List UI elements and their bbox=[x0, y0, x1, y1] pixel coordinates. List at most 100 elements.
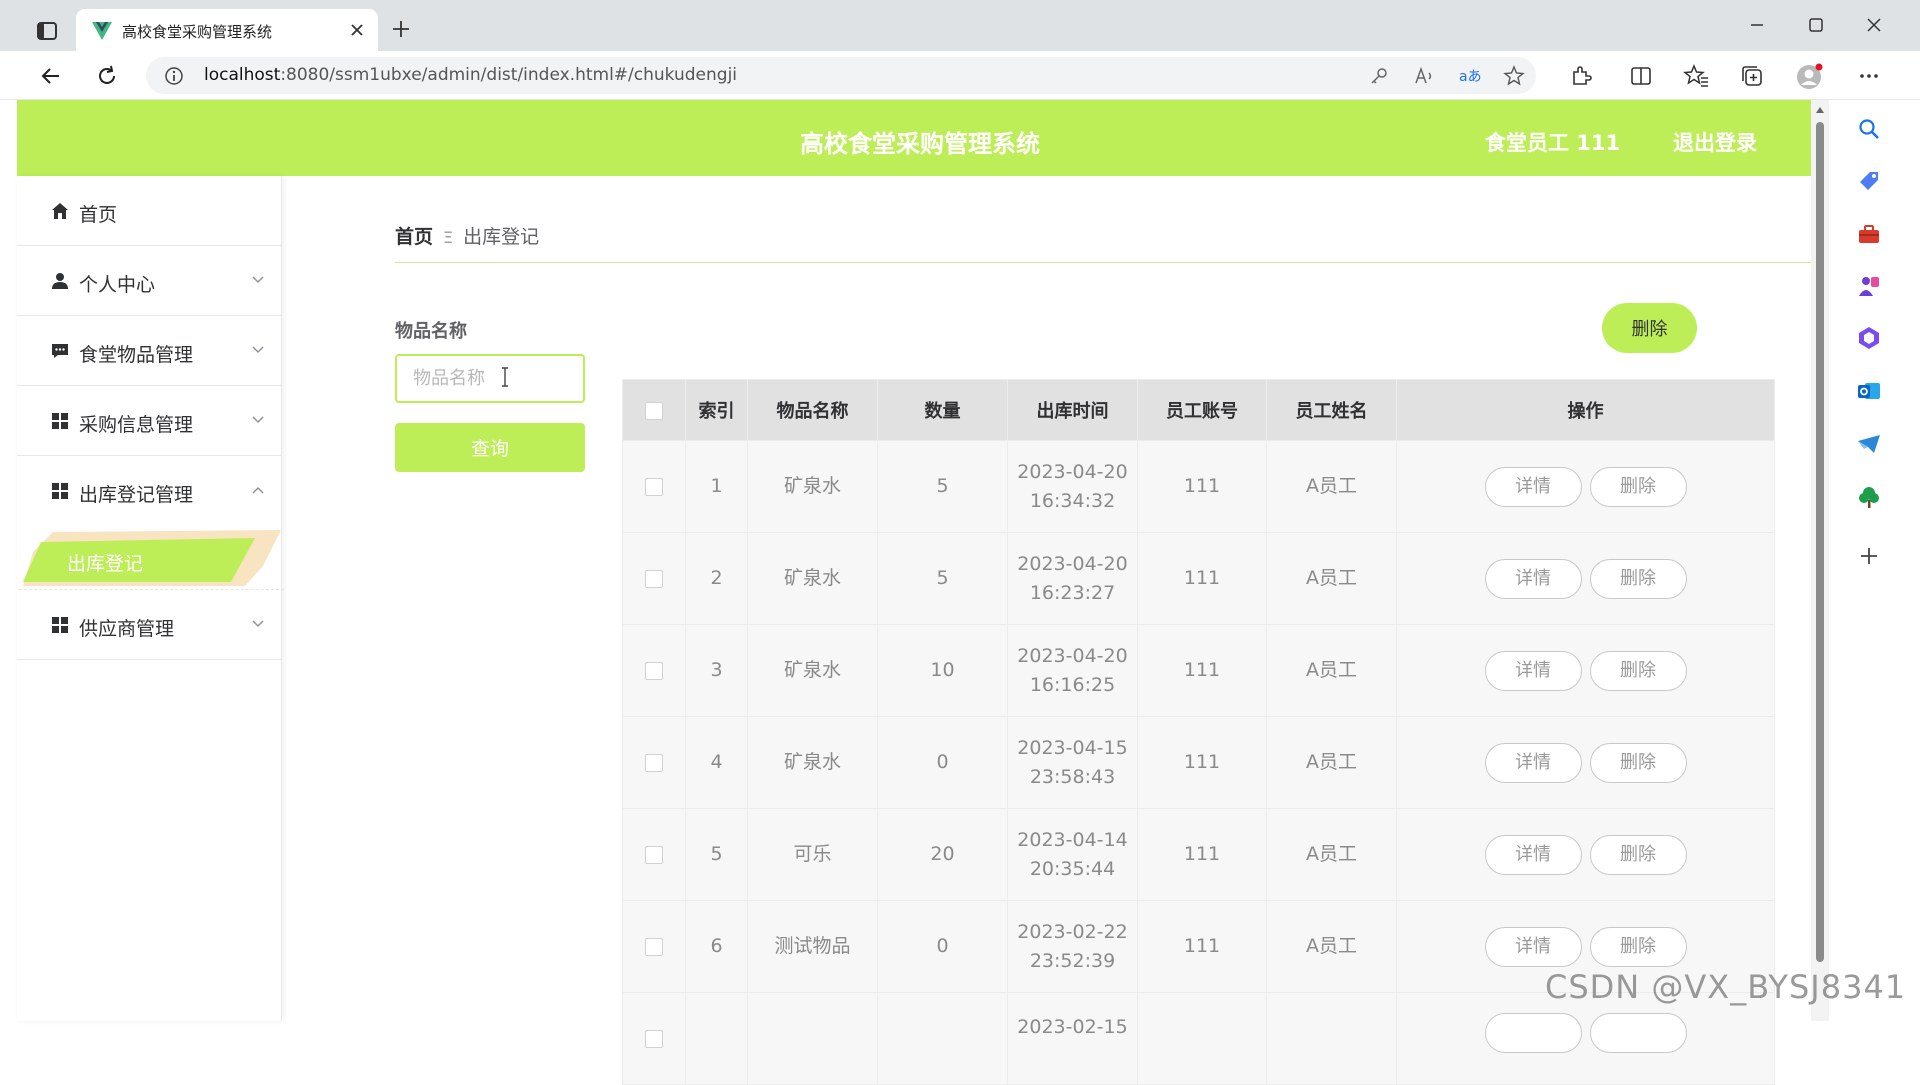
sidebar-item-outbound-management[interactable]: 出库登记管理 bbox=[17, 456, 282, 526]
detail-button[interactable]: 详情 bbox=[1484, 834, 1582, 875]
cell-index: 5 bbox=[685, 808, 748, 901]
reload-icon[interactable] bbox=[94, 63, 120, 89]
sidebar-item-canteen-items[interactable]: 食堂物品管理 bbox=[17, 316, 282, 386]
date-text: 2023-04-15 bbox=[1017, 736, 1128, 759]
games-icon[interactable] bbox=[1856, 273, 1882, 299]
sidebar-item-home[interactable]: 首页 bbox=[17, 176, 282, 246]
outlook-icon[interactable] bbox=[1856, 378, 1882, 404]
delete-button[interactable]: 删除 bbox=[1589, 742, 1687, 783]
row-checkbox[interactable] bbox=[645, 1029, 663, 1048]
delete-button[interactable] bbox=[1589, 1013, 1687, 1053]
read-aloud-icon[interactable] bbox=[1413, 65, 1435, 87]
chevron-down-icon bbox=[252, 346, 264, 354]
search-icon[interactable] bbox=[1856, 116, 1882, 142]
batch-delete-button[interactable]: 删除 bbox=[1602, 303, 1697, 353]
detail-button[interactable] bbox=[1484, 1013, 1582, 1053]
sidebar-item-personal-center[interactable]: 个人中心 bbox=[17, 246, 282, 316]
row-checkbox[interactable] bbox=[645, 569, 663, 588]
page-scrollbar[interactable] bbox=[1811, 100, 1829, 1021]
detail-button[interactable]: 详情 bbox=[1484, 558, 1582, 599]
window-close-icon[interactable] bbox=[1863, 14, 1885, 36]
delete-button[interactable]: 删除 bbox=[1589, 834, 1687, 875]
delete-button[interactable]: 删除 bbox=[1589, 558, 1687, 599]
cell-outbound-time: 2023-04-20 16:34:32 bbox=[1007, 440, 1138, 533]
back-arrow-icon[interactable] bbox=[38, 63, 64, 89]
cell-quantity: 0 bbox=[877, 900, 1008, 993]
favorites-icon[interactable] bbox=[1683, 63, 1709, 89]
select-all-checkbox[interactable] bbox=[645, 401, 663, 420]
search-field-label: 物品名称 bbox=[395, 321, 467, 342]
home-icon bbox=[51, 202, 69, 220]
cell-index bbox=[685, 992, 748, 1085]
row-checkbox[interactable] bbox=[645, 845, 663, 864]
close-icon[interactable] bbox=[348, 21, 366, 39]
send-icon[interactable] bbox=[1856, 431, 1882, 457]
table-row: 2023-02-15 bbox=[622, 992, 1775, 1085]
time-text: 16:16:25 bbox=[1029, 673, 1116, 696]
delete-button[interactable]: 删除 bbox=[1589, 926, 1687, 967]
breadcrumb-home[interactable]: 首页 bbox=[395, 226, 433, 248]
column-header: 操作 bbox=[1396, 379, 1775, 441]
time-text: 16:34:32 bbox=[1029, 489, 1116, 512]
detail-button[interactable]: 详情 bbox=[1484, 466, 1582, 507]
sidebar-toggle-icon[interactable] bbox=[36, 21, 58, 41]
translate-icon[interactable]: aあ bbox=[1458, 65, 1482, 87]
split-screen-icon[interactable] bbox=[1628, 63, 1654, 89]
current-user: 食堂员工 111 bbox=[1485, 131, 1621, 155]
cell-staff-name: A员工 bbox=[1266, 716, 1397, 809]
tab-title: 高校食堂采购管理系统 bbox=[122, 23, 273, 41]
extensions-icon[interactable] bbox=[1568, 63, 1594, 89]
cell-staff-name bbox=[1266, 992, 1397, 1085]
item-name-search-input[interactable] bbox=[395, 354, 585, 403]
row-checkbox[interactable] bbox=[645, 937, 663, 956]
detail-button[interactable]: 详情 bbox=[1484, 742, 1582, 783]
minimize-icon[interactable] bbox=[1746, 14, 1768, 36]
profile-avatar-icon[interactable] bbox=[1796, 63, 1823, 89]
cell-quantity: 10 bbox=[877, 624, 1008, 717]
browser-tab[interactable]: 高校食堂采购管理系统 bbox=[76, 9, 378, 51]
breadcrumb-current: 出库登记 bbox=[463, 226, 540, 248]
detail-button[interactable]: 详情 bbox=[1484, 650, 1582, 691]
cell-staff-name: A员工 bbox=[1266, 440, 1397, 533]
sidebar-subitem-outbound-register[interactable]: 出库登记 bbox=[19, 530, 284, 590]
date-text: 2023-02-15 bbox=[1017, 1016, 1128, 1038]
sidebar-item-supplier-management[interactable]: 供应商管理 bbox=[17, 590, 282, 660]
delete-button[interactable]: 删除 bbox=[1589, 650, 1687, 691]
maximize-icon[interactable] bbox=[1805, 14, 1827, 36]
sidebar-item-label: 出库登记管理 bbox=[79, 484, 194, 506]
browser-tab-strip: 高校食堂采购管理系统 bbox=[0, 0, 1920, 51]
scroll-thumb[interactable] bbox=[1816, 122, 1824, 962]
key-icon[interactable] bbox=[1368, 65, 1390, 87]
svg-text:aあ: aあ bbox=[1459, 69, 1482, 85]
toolbox-icon[interactable] bbox=[1856, 221, 1882, 247]
sidebar-item-purchase-info[interactable]: 采购信息管理 bbox=[17, 386, 282, 456]
favorite-add-icon[interactable] bbox=[1503, 65, 1525, 87]
cell-index: 1 bbox=[685, 440, 748, 533]
breadcrumb: 首页 Ξ 出库登记 bbox=[395, 222, 539, 249]
row-checkbox[interactable] bbox=[645, 661, 663, 680]
chevron-up-icon bbox=[252, 486, 264, 494]
office-icon[interactable] bbox=[1856, 325, 1882, 351]
row-checkbox[interactable] bbox=[645, 477, 663, 496]
new-tab-button[interactable] bbox=[390, 18, 412, 40]
query-button[interactable]: 查询 bbox=[395, 423, 585, 472]
breadcrumb-divider bbox=[395, 262, 1811, 263]
user-icon bbox=[51, 272, 69, 290]
logout-button[interactable]: 退出登录 bbox=[1673, 127, 1757, 157]
info-icon[interactable] bbox=[164, 66, 184, 86]
row-checkbox[interactable] bbox=[645, 753, 663, 772]
cell-actions: 详情 删除 bbox=[1396, 440, 1775, 533]
scroll-up-icon[interactable] bbox=[1815, 106, 1825, 114]
shopping-tag-icon[interactable] bbox=[1856, 168, 1882, 194]
grid-icon bbox=[51, 616, 69, 634]
collections-icon[interactable] bbox=[1739, 63, 1765, 89]
more-menu-icon[interactable] bbox=[1856, 63, 1882, 89]
detail-button[interactable]: 详情 bbox=[1484, 926, 1582, 967]
tree-icon[interactable] bbox=[1856, 484, 1882, 510]
delete-button[interactable]: 删除 bbox=[1589, 466, 1687, 507]
sidebar-item-label: 个人中心 bbox=[79, 274, 156, 296]
url-input[interactable]: localhost:8080/ssm1ubxe/admin/dist/index… bbox=[146, 57, 1536, 94]
cell-actions bbox=[1396, 992, 1775, 1085]
add-icon[interactable] bbox=[1856, 543, 1882, 569]
sidebar-item-label: 食堂物品管理 bbox=[79, 344, 194, 366]
